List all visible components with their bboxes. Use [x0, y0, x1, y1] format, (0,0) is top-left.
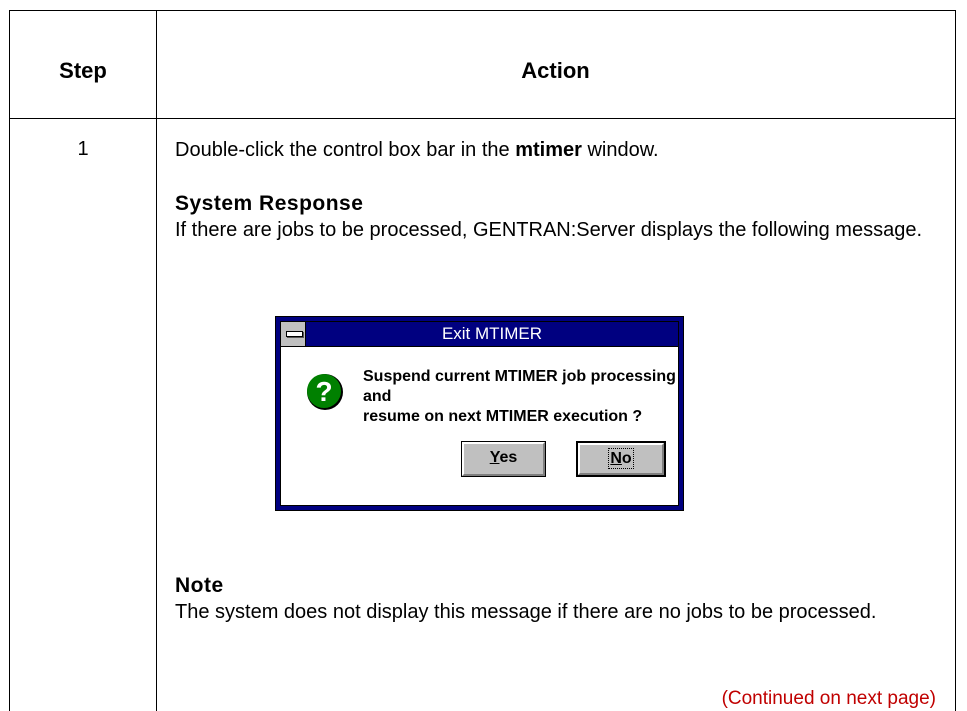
svg-text:?: ?	[315, 376, 332, 407]
yes-button-label: Yes	[490, 449, 518, 466]
note-heading: Note	[175, 574, 224, 597]
yes-mnemonic: Y	[489, 449, 500, 466]
header-action: Action	[521, 58, 590, 83]
step-instruction: Double-click the control box bar in the …	[175, 137, 937, 163]
question-icon: ?	[307, 374, 343, 410]
yes-label-rest: es	[499, 449, 518, 466]
control-menu-icon	[286, 331, 303, 337]
header-step: Step	[59, 58, 107, 83]
column-divider	[156, 11, 157, 711]
note-text: The system does not display this message…	[175, 601, 877, 623]
instruction-prefix: Double-click the control box bar in the	[175, 139, 516, 161]
table-header-row: Step Action	[10, 11, 955, 119]
instruction-suffix: window.	[581, 139, 659, 161]
system-response-heading: System Response	[175, 192, 364, 215]
control-menu-box[interactable]	[281, 322, 306, 346]
no-button[interactable]: No	[576, 441, 666, 477]
no-button-label: No	[608, 448, 634, 469]
dialog-message: Suspend current MTIMER job processing an…	[363, 367, 678, 427]
dialog-titlebar: Exit MTIMER	[281, 322, 678, 347]
dialog-message-line2: resume on next MTIMER execution ?	[363, 408, 643, 425]
no-mnemonic: N	[610, 450, 622, 467]
dialog-message-line1: Suspend current MTIMER job processing an…	[363, 368, 676, 405]
dialog-body: Exit MTIMER ? Suspend current MTIMER job…	[280, 321, 679, 506]
dialog-title: Exit MTIMER	[441, 324, 543, 343]
yes-button[interactable]: Yes	[461, 441, 546, 477]
instruction-window-name: mtimer	[515, 139, 582, 161]
continued-on-next-page: (Continued on next page)	[721, 688, 936, 709]
procedure-table: Step Action 1 Double-click the control b…	[9, 10, 956, 711]
step-number: 1	[77, 138, 89, 160]
system-response-text: If there are jobs to be processed, GENTR…	[175, 219, 923, 241]
exit-mtimer-dialog: Exit MTIMER ? Suspend current MTIMER job…	[275, 316, 684, 511]
no-label-rest: o	[621, 450, 632, 467]
